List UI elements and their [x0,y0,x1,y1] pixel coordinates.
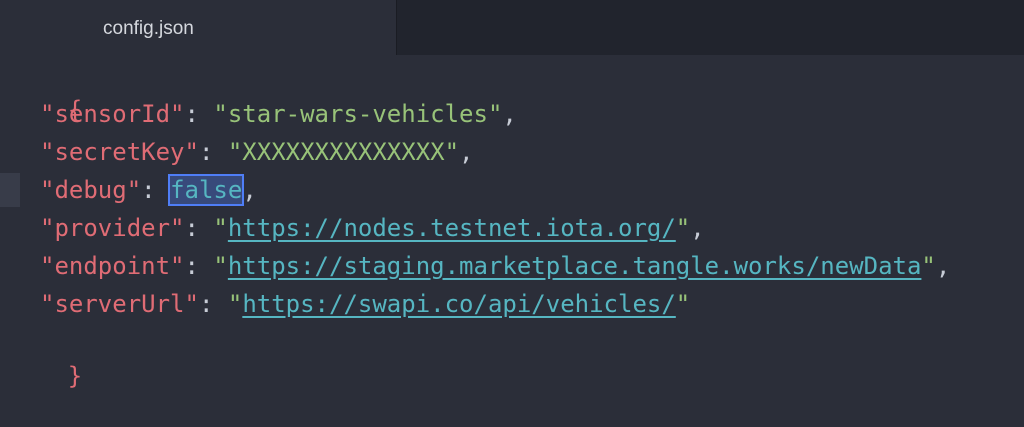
code-line-secretkey: "secretKey": "XXXXXXXXXXXXXX", [40,138,474,166]
secretkey-key: "secretKey" [40,138,199,166]
secretkey-value: "XXXXXXXXXXXXXX" [227,138,460,166]
debug-key: "debug" [40,176,142,204]
endpoint-key: "endpoint" [40,252,185,280]
provider-link[interactable]: https://nodes.testnet.iota.org/ [228,214,676,242]
endpoint-link[interactable]: https://staging.marketplace.tangle.works… [228,252,922,280]
code-editor[interactable]: { "sensorId": "star-wars-vehicles", "sec… [0,55,1024,390]
close-brace: } [67,362,83,390]
code-line-open: { [0,59,98,124]
provider-key: "provider" [40,214,185,242]
serverurl-link[interactable]: https://swapi.co/api/vehicles/ [242,290,675,318]
tab-bar: config.json [0,0,1024,55]
code-line-sensorid: "sensorId": "star-wars-vehicles", [40,100,517,128]
sensorid-key: "sensorId" [40,100,185,128]
debug-value-selected[interactable]: false [168,174,245,206]
sensorid-value: "star-wars-vehicles" [213,100,503,128]
code-line-provider: "provider": "https://nodes.testnet.iota.… [40,214,705,242]
code-line-close: } [0,325,98,390]
code-line-endpoint: "endpoint": "https://staging.marketplace… [40,252,951,280]
tab-title: config.json [103,18,194,39]
code-line-serverurl: "serverUrl": "https://swapi.co/api/vehic… [40,290,691,318]
serverurl-key: "serverUrl" [40,290,199,318]
tab-config-json[interactable]: config.json [0,0,397,55]
code-line-debug: "debug": false, [40,174,257,206]
